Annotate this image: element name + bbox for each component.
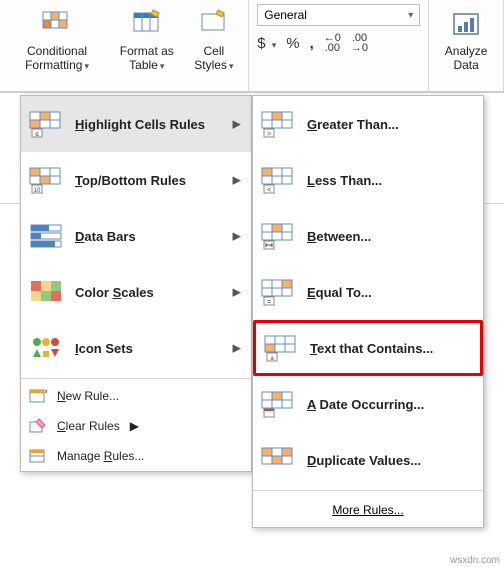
menu-a-date-occurring[interactable]: A Date Occurring...: [253, 376, 483, 432]
new-rule-icon: ✶: [29, 387, 47, 405]
menu-label: A Date Occurring...: [307, 397, 424, 412]
svg-text:=: =: [267, 299, 271, 306]
between-icon: [261, 221, 295, 251]
chevron-down-icon: ▾: [408, 10, 413, 21]
analyze-data-label: Analyze Data: [441, 44, 491, 73]
submenu-arrow-icon: ▶: [130, 419, 139, 433]
submenu-arrow-icon: ▶: [233, 286, 241, 299]
cell-styles-label: Cell Styles: [194, 44, 227, 72]
chevron-down-icon: ▾: [229, 61, 234, 71]
menu-label: Color Scales: [75, 285, 154, 300]
accounting-format-button[interactable]: $ ▾: [257, 35, 276, 52]
menu-text-that-contains[interactable]: a Text that Contains...: [253, 320, 483, 376]
cell-styles-icon: [198, 8, 230, 40]
menu-separator: [21, 378, 251, 379]
chevron-down-icon: ▾: [84, 61, 89, 71]
conditional-formatting-icon: [41, 8, 73, 40]
menu-label: Highlight Cells Rules: [75, 117, 205, 132]
menu-color-scales[interactable]: Color Scales ▶: [21, 264, 251, 320]
ribbon-group-number: General ▾ $ ▾ % , ←0.00 .00→0: [249, 0, 429, 91]
svg-text:10: 10: [34, 188, 41, 194]
menu-manage-rules[interactable]: Manage Rules...: [21, 441, 251, 471]
menu-label: Top/Bottom Rules: [75, 173, 186, 188]
conditional-formatting-button[interactable]: Conditional Formatting▾: [6, 4, 108, 87]
menu-label: Greater Than...: [307, 117, 399, 132]
menu-label: Manage Rules...: [57, 449, 144, 463]
ribbon-group-analysis: Analyze Data: [429, 0, 504, 91]
date-occurring-icon: [261, 389, 295, 419]
color-scales-icon: [29, 277, 63, 307]
conditional-formatting-menu: ≤ Highlight Cells Rules ▶ 10 Top/Bottom …: [20, 95, 252, 472]
menu-duplicate-values[interactable]: Duplicate Values...: [253, 432, 483, 488]
svg-text:<: <: [267, 187, 271, 194]
svg-text:✶: ✶: [43, 387, 47, 398]
svg-text:≤: ≤: [35, 131, 39, 138]
analyze-data-button[interactable]: Analyze Data: [435, 4, 497, 87]
menu-label: Clear Rules: [57, 419, 120, 433]
menu-more-rules[interactable]: More Rules...: [253, 493, 483, 527]
clear-rules-icon: [29, 417, 47, 435]
menu-highlight-cells-rules[interactable]: ≤ Highlight Cells Rules ▶: [21, 96, 251, 152]
menu-label: New Rule...: [57, 389, 119, 403]
menu-separator: [253, 490, 483, 491]
manage-rules-icon: [29, 447, 47, 465]
menu-label: Equal To...: [307, 285, 372, 300]
menu-label: Less Than...: [307, 173, 382, 188]
format-as-table-icon: [131, 8, 163, 40]
menu-label: Duplicate Values...: [307, 453, 421, 468]
text-contains-icon: a: [264, 333, 298, 363]
percent-format-button[interactable]: %: [286, 35, 299, 52]
menu-label: Icon Sets: [75, 341, 133, 356]
menu-top-bottom-rules[interactable]: 10 Top/Bottom Rules ▶: [21, 152, 251, 208]
menu-clear-rules[interactable]: Clear Rules ▶: [21, 411, 251, 441]
duplicate-values-icon: [261, 445, 295, 475]
analyze-data-icon: [450, 8, 482, 40]
cell-styles-button[interactable]: Cell Styles▾: [185, 4, 242, 87]
less-than-icon: <: [261, 165, 295, 195]
ribbon: Conditional Formatting▾ Format as Table▾…: [0, 0, 504, 92]
menu-data-bars[interactable]: Data Bars ▶: [21, 208, 251, 264]
submenu-arrow-icon: ▶: [233, 342, 241, 355]
increase-decimal-button[interactable]: ←0.00: [324, 34, 341, 54]
format-as-table-label: Format as Table: [120, 44, 174, 72]
highlight-cells-submenu: > Greater Than... < Less Than... Between…: [252, 95, 484, 528]
menu-icon-sets[interactable]: Icon Sets ▶: [21, 320, 251, 376]
menu-greater-than[interactable]: > Greater Than...: [253, 96, 483, 152]
submenu-arrow-icon: ▶: [233, 174, 241, 187]
number-format-combo[interactable]: General ▾: [257, 4, 420, 26]
watermark: wsxdn.com: [450, 555, 500, 566]
chevron-down-icon: ▾: [160, 61, 165, 71]
greater-than-icon: >: [261, 109, 295, 139]
menu-label: Text that Contains...: [310, 341, 433, 356]
number-format-value: General: [264, 8, 307, 22]
top-bottom-icon: 10: [29, 165, 63, 195]
menu-new-rule[interactable]: ✶ New Rule...: [21, 381, 251, 411]
conditional-formatting-label: Conditional Formatting: [25, 44, 87, 72]
svg-text:>: >: [267, 131, 271, 138]
submenu-arrow-icon: ▶: [233, 230, 241, 243]
menu-label: Between...: [307, 229, 371, 244]
decrease-decimal-button[interactable]: .00→0: [351, 34, 368, 54]
data-bars-icon: [29, 221, 63, 251]
menu-equal-to[interactable]: = Equal To...: [253, 264, 483, 320]
icon-sets-icon: [29, 333, 63, 363]
format-as-table-button[interactable]: Format as Table▾: [108, 4, 185, 87]
menu-less-than[interactable]: < Less Than...: [253, 152, 483, 208]
submenu-arrow-icon: ▶: [233, 118, 241, 131]
equal-to-icon: =: [261, 277, 295, 307]
highlight-cells-icon: ≤: [29, 109, 63, 139]
menu-label: Data Bars: [75, 229, 136, 244]
comma-format-button[interactable]: ,: [310, 35, 314, 52]
menu-label: More Rules...: [332, 503, 403, 517]
menu-between[interactable]: Between...: [253, 208, 483, 264]
ribbon-group-styles: Conditional Formatting▾ Format as Table▾…: [0, 0, 249, 91]
